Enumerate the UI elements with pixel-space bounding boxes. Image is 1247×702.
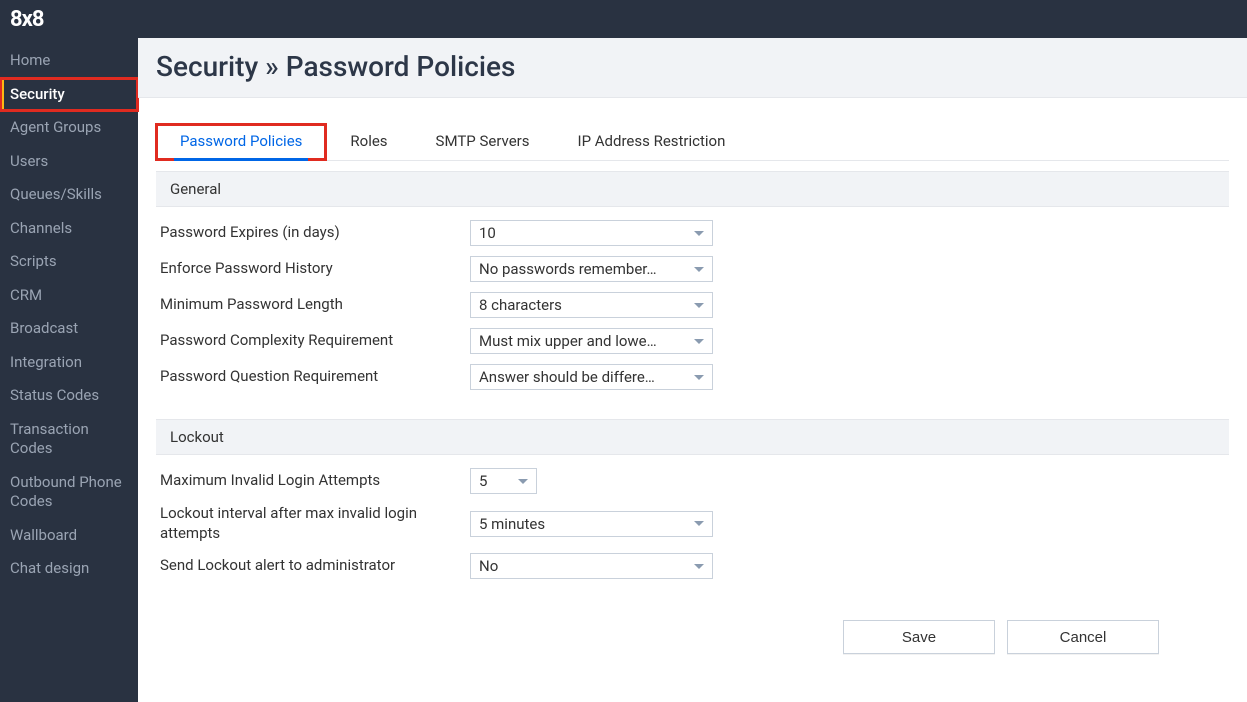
section-header-lockout: Lockout (156, 419, 1229, 455)
label-lockout-interval: Lockout interval after max invalid login… (156, 504, 470, 543)
chevron-down-icon (694, 564, 704, 569)
field-lockout-alert: Send Lockout alert to administrator No (156, 548, 1229, 584)
sidebar-item-chat-design[interactable]: Chat design (0, 552, 138, 586)
select-value: 5 (479, 472, 512, 490)
select-password-expires[interactable]: 10 (470, 220, 713, 246)
field-question: Password Question Requirement Answer sho… (156, 359, 1229, 395)
tab-smtp-servers[interactable]: SMTP Servers (412, 124, 554, 160)
sidebar-item-home[interactable]: Home (0, 44, 138, 78)
field-max-attempts: Maximum Invalid Login Attempts 5 (156, 463, 1229, 499)
select-value: 5 minutes (479, 515, 688, 533)
field-lockout-interval: Lockout interval after max invalid login… (156, 499, 1229, 548)
label-max-attempts: Maximum Invalid Login Attempts (156, 471, 470, 491)
label-question: Password Question Requirement (156, 367, 470, 387)
field-min-length: Minimum Password Length 8 characters (156, 287, 1229, 323)
field-enforce-history: Enforce Password History No passwords re… (156, 251, 1229, 287)
page-header: Security » Password Policies (138, 38, 1247, 98)
tabs: Password Policies Roles SMTP Servers IP … (156, 124, 1229, 161)
brand-logo: 8x8 (10, 7, 43, 32)
label-min-length: Minimum Password Length (156, 295, 470, 315)
field-complexity: Password Complexity Requirement Must mix… (156, 323, 1229, 359)
label-complexity: Password Complexity Requirement (156, 331, 470, 351)
select-lockout-alert[interactable]: No (470, 553, 713, 579)
select-enforce-history[interactable]: No passwords remember… (470, 256, 713, 282)
main-content: Security » Password Policies Password Po… (138, 38, 1247, 702)
field-password-expires: Password Expires (in days) 10 (156, 215, 1229, 251)
select-value: Answer should be differe… (479, 368, 688, 386)
sidebar-item-transaction-codes[interactable]: Transaction Codes (0, 413, 138, 466)
button-row: Save Cancel (156, 584, 1229, 654)
sidebar-item-integration[interactable]: Integration (0, 346, 138, 380)
select-lockout-interval[interactable]: 5 minutes (470, 511, 713, 537)
section-header-general: General (156, 171, 1229, 207)
sidebar-item-agent-groups[interactable]: Agent Groups (0, 111, 138, 145)
sidebar-item-queues-skills[interactable]: Queues/Skills (0, 178, 138, 212)
select-value: 8 characters (479, 296, 688, 314)
select-value: No (479, 557, 688, 575)
sidebar-item-status-codes[interactable]: Status Codes (0, 379, 138, 413)
chevron-down-icon (694, 231, 704, 236)
label-lockout-alert: Send Lockout alert to administrator (156, 556, 470, 576)
sidebar-item-scripts[interactable]: Scripts (0, 245, 138, 279)
select-question[interactable]: Answer should be differe… (470, 364, 713, 390)
select-value: Must mix upper and lowe… (479, 332, 688, 350)
chevron-down-icon (694, 339, 704, 344)
sidebar-item-security[interactable]: Security (0, 78, 138, 112)
select-value: No passwords remember… (479, 260, 688, 278)
select-complexity[interactable]: Must mix upper and lowe… (470, 328, 713, 354)
chevron-down-icon (518, 479, 528, 484)
save-button[interactable]: Save (843, 620, 995, 654)
select-min-length[interactable]: 8 characters (470, 292, 713, 318)
sidebar-item-channels[interactable]: Channels (0, 212, 138, 246)
top-bar: 8x8 (0, 0, 1247, 38)
sidebar-item-broadcast[interactable]: Broadcast (0, 312, 138, 346)
chevron-down-icon (694, 375, 704, 380)
page-title: Security » Password Policies (156, 50, 1229, 83)
select-value: 10 (479, 224, 688, 242)
sidebar-item-wallboard[interactable]: Wallboard (0, 519, 138, 553)
chevron-down-icon (694, 521, 704, 526)
cancel-button[interactable]: Cancel (1007, 620, 1159, 654)
sidebar-item-crm[interactable]: CRM (0, 279, 138, 313)
tab-ip-restriction[interactable]: IP Address Restriction (554, 124, 750, 160)
sidebar: Home Security Agent Groups Users Queues/… (0, 38, 138, 702)
label-password-expires: Password Expires (in days) (156, 223, 470, 243)
sidebar-item-outbound-phone-codes[interactable]: Outbound Phone Codes (0, 466, 138, 519)
label-enforce-history: Enforce Password History (156, 259, 470, 279)
tab-password-policies[interactable]: Password Policies (156, 124, 326, 160)
sidebar-item-users[interactable]: Users (0, 145, 138, 179)
tab-roles[interactable]: Roles (326, 124, 411, 160)
chevron-down-icon (694, 267, 704, 272)
select-max-attempts[interactable]: 5 (470, 468, 537, 494)
chevron-down-icon (694, 303, 704, 308)
